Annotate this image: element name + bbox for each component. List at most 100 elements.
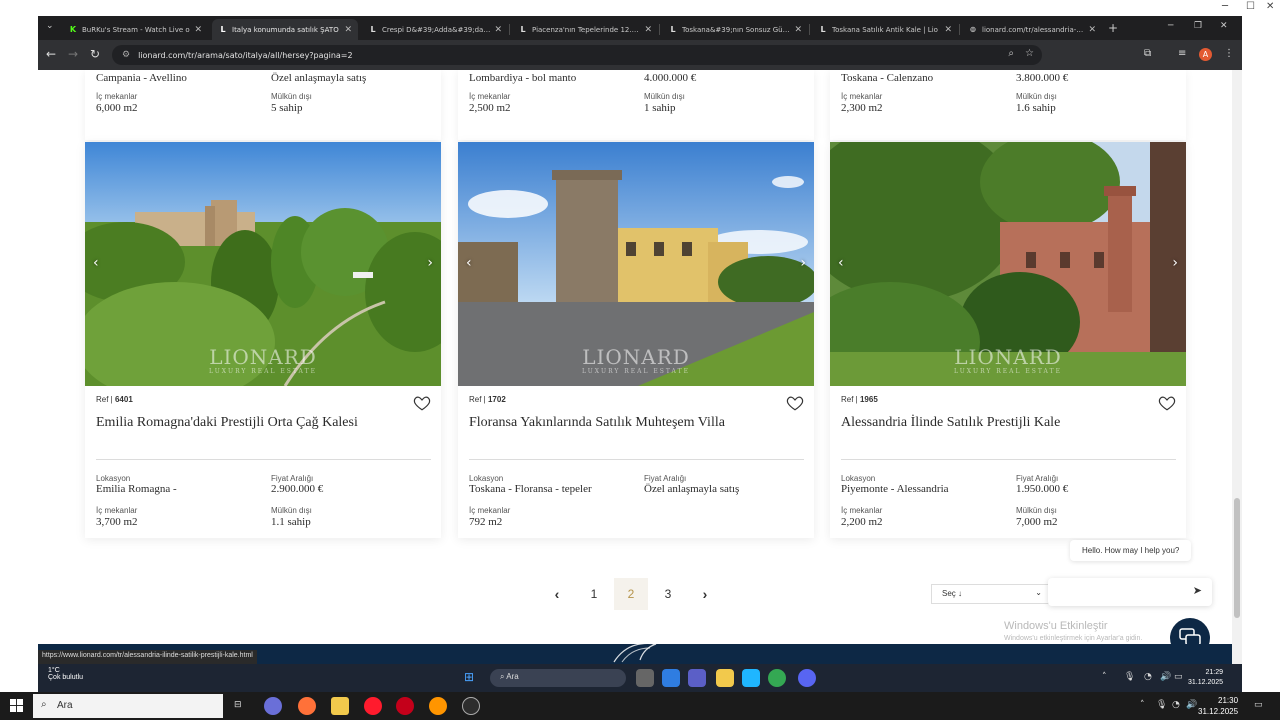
outer-clock[interactable]: 21:30 31.12.2025 — [1198, 695, 1238, 717]
maximize-icon[interactable]: ☐ — [1246, 1, 1255, 12]
taskbar-search[interactable]: ⌕ Ara — [490, 669, 626, 687]
wifi-icon[interactable]: ◔ — [1172, 700, 1180, 710]
listing-card[interactable]: ‹ › LIONARD LUXURY REAL ESTATE Ref | 170… — [458, 142, 814, 538]
volume-icon[interactable]: 🔊 — [1186, 700, 1197, 710]
browser-tab[interactable]: L Toskana&#39;nın Sonsuz Güzel ✕ — [662, 19, 808, 40]
media-icon[interactable]: ≡ — [1178, 48, 1186, 59]
listing-card-partial[interactable]: Toskana - Calenzano 3.800.000 € İç mekan… — [830, 70, 1186, 140]
github-icon[interactable] — [462, 697, 480, 715]
mic-icon[interactable]: 🎙 — [1124, 672, 1135, 682]
site-info-icon[interactable]: ⚙ — [122, 50, 130, 60]
tab-search-icon[interactable]: ⌄ — [46, 21, 54, 31]
next-photo-icon[interactable]: › — [800, 255, 806, 271]
prev-photo-icon[interactable]: ‹ — [838, 255, 844, 271]
firefox-icon[interactable] — [298, 697, 316, 715]
notification-icon[interactable]: ▭ — [1254, 700, 1263, 710]
browser-tab-active[interactable]: L İtalya konumunda satılık ŞATO ✕ — [212, 19, 358, 40]
browser-tab[interactable]: K BuRKu's Stream - Watch Live o ✕ — [62, 19, 208, 40]
listing-card-partial[interactable]: Lombardiya - bol manto 4.000.000 € İç me… — [458, 70, 814, 140]
discord-icon[interactable] — [798, 669, 816, 687]
task-view-icon[interactable]: ⊟ — [234, 700, 242, 710]
page-link-1[interactable]: 1 — [577, 578, 611, 610]
close-tab-icon[interactable]: ✕ — [794, 25, 802, 35]
scrollbar-thumb[interactable] — [1234, 498, 1240, 618]
next-photo-icon[interactable]: › — [427, 255, 433, 271]
sort-select[interactable]: Seç ↓ ⌄ — [931, 584, 1049, 604]
close-icon[interactable]: ✕ — [1266, 1, 1274, 12]
firefox-dev-icon[interactable] — [429, 697, 447, 715]
teams-icon[interactable] — [688, 669, 706, 687]
browser-tab[interactable]: L Crespi D&#39;Adda&#39;da 1. ✕ — [362, 19, 508, 40]
close-tab-icon[interactable]: ✕ — [494, 25, 502, 35]
close-tab-icon[interactable]: ✕ — [644, 25, 652, 35]
mic-icon[interactable]: 🎙 — [1156, 700, 1167, 710]
extensions-icon[interactable]: ⧉ — [1144, 48, 1151, 59]
file-explorer-icon[interactable] — [716, 669, 734, 687]
chrome-icon[interactable] — [768, 669, 786, 687]
listing-price: 2.900.000 € — [271, 483, 324, 495]
file-explorer-icon[interactable] — [331, 697, 349, 715]
next-page-icon[interactable]: › — [688, 578, 722, 610]
close-tab-icon[interactable]: ✕ — [194, 25, 202, 35]
weather-widget[interactable]: 1°C Çok bulutlu — [48, 667, 83, 681]
close-icon[interactable]: ✕ — [1220, 21, 1228, 31]
send-icon[interactable]: ➤ — [1193, 584, 1202, 597]
new-tab-icon[interactable]: + — [1108, 21, 1118, 35]
prev-photo-icon[interactable]: ‹ — [93, 255, 99, 271]
battery-icon[interactable]: ▭ — [1174, 672, 1183, 682]
browser-tab[interactable]: L Piacenza'nın Tepelerinde 12. Yü ✕ — [512, 19, 658, 40]
browser-tab[interactable]: ⊚ lionard.com/tr/alessandria-ilinde ✕ — [962, 19, 1102, 40]
menu-icon[interactable]: ⋮ — [1224, 48, 1234, 59]
screen: ─ ☐ ✕ ⌄ K BuRKu's Stream - Watch Live o … — [0, 0, 1280, 720]
inner-clock[interactable]: 21:29 31.12.2025 — [1188, 668, 1223, 688]
next-photo-icon[interactable]: › — [1172, 255, 1178, 271]
profile-avatar[interactable]: A — [1199, 48, 1212, 61]
tray-chevron-icon[interactable]: ˄ — [1140, 700, 1145, 710]
reload-icon[interactable]: ↻ — [90, 47, 100, 61]
close-tab-icon[interactable]: ✕ — [1088, 25, 1096, 35]
tray-chevron-icon[interactable]: ˄ — [1102, 672, 1107, 682]
opera-icon[interactable] — [364, 697, 382, 715]
page-link-3[interactable]: 3 — [651, 578, 685, 610]
listing-title[interactable]: Alessandria İlinde Satılık Prestijli Kal… — [841, 415, 1060, 431]
listing-card-partial[interactable]: Campania - Avellino Özel anlaşmayla satı… — [85, 70, 441, 140]
favorite-heart-icon[interactable] — [413, 394, 431, 412]
favorite-heart-icon[interactable] — [1158, 394, 1176, 412]
edge-icon[interactable] — [742, 669, 760, 687]
zoom-icon[interactable]: ⌕ — [1008, 48, 1014, 59]
listing-card[interactable]: ‹ › LIONARD LUXURY REAL ESTATE Ref | 640… — [85, 142, 441, 538]
minimize-icon[interactable]: ─ — [1222, 1, 1228, 12]
listing-photo[interactable]: ‹ › LIONARD LUXURY REAL ESTATE — [458, 142, 814, 386]
chat-input[interactable]: ➤ — [1048, 578, 1212, 606]
windows-start-icon[interactable]: ⊞ — [464, 670, 474, 684]
listing-photo[interactable]: ‹ › LIONARD LUXURY REAL ESTATE — [85, 142, 441, 386]
close-tab-icon[interactable]: ✕ — [944, 25, 952, 35]
outer-search-box[interactable]: ⌕ Ara — [33, 694, 223, 718]
prev-photo-icon[interactable]: ‹ — [466, 255, 472, 271]
page-link-2-current[interactable]: 2 — [614, 578, 648, 610]
bookmark-star-icon[interactable]: ☆ — [1025, 48, 1034, 59]
windows-start-icon[interactable] — [10, 699, 23, 712]
listing-title[interactable]: Floransa Yakınlarında Satılık Muhteşem V… — [469, 415, 725, 431]
forward-icon[interactable]: → — [68, 47, 78, 61]
page-scrollbar[interactable] — [1232, 70, 1242, 664]
listing-card[interactable]: ‹ › LIONARD LUXURY REAL ESTATE Ref | 196… — [830, 142, 1186, 538]
opera-gx-icon[interactable] — [396, 697, 414, 715]
close-tab-icon[interactable]: ✕ — [344, 25, 352, 35]
listing-photo[interactable]: ‹ › LIONARD LUXURY REAL ESTATE — [830, 142, 1186, 386]
task-view-icon[interactable] — [636, 669, 654, 687]
copilot-icon[interactable] — [662, 669, 680, 687]
volume-icon[interactable]: 🔊 — [1160, 672, 1171, 682]
favorite-heart-icon[interactable] — [786, 394, 804, 412]
wifi-icon[interactable]: ◔ — [1144, 672, 1152, 682]
pagination: ‹ 1 2 3 › — [540, 578, 720, 610]
address-bar[interactable]: ⚙ lionard.com/tr/arama/sato/italya/all/h… — [112, 45, 1042, 65]
obs-icon[interactable] — [264, 697, 282, 715]
minimize-icon[interactable]: ─ — [1168, 21, 1173, 31]
listing-title[interactable]: Emilia Romagna'daki Prestijli Orta Çağ K… — [96, 415, 358, 431]
back-icon[interactable]: ← — [46, 47, 56, 61]
lionard-icon: L — [370, 25, 376, 34]
prev-page-icon[interactable]: ‹ — [540, 578, 574, 610]
restore-icon[interactable]: ❐ — [1194, 21, 1202, 31]
browser-tab[interactable]: L Toskana Satılık Antik Kale | Lio ✕ — [812, 19, 958, 40]
